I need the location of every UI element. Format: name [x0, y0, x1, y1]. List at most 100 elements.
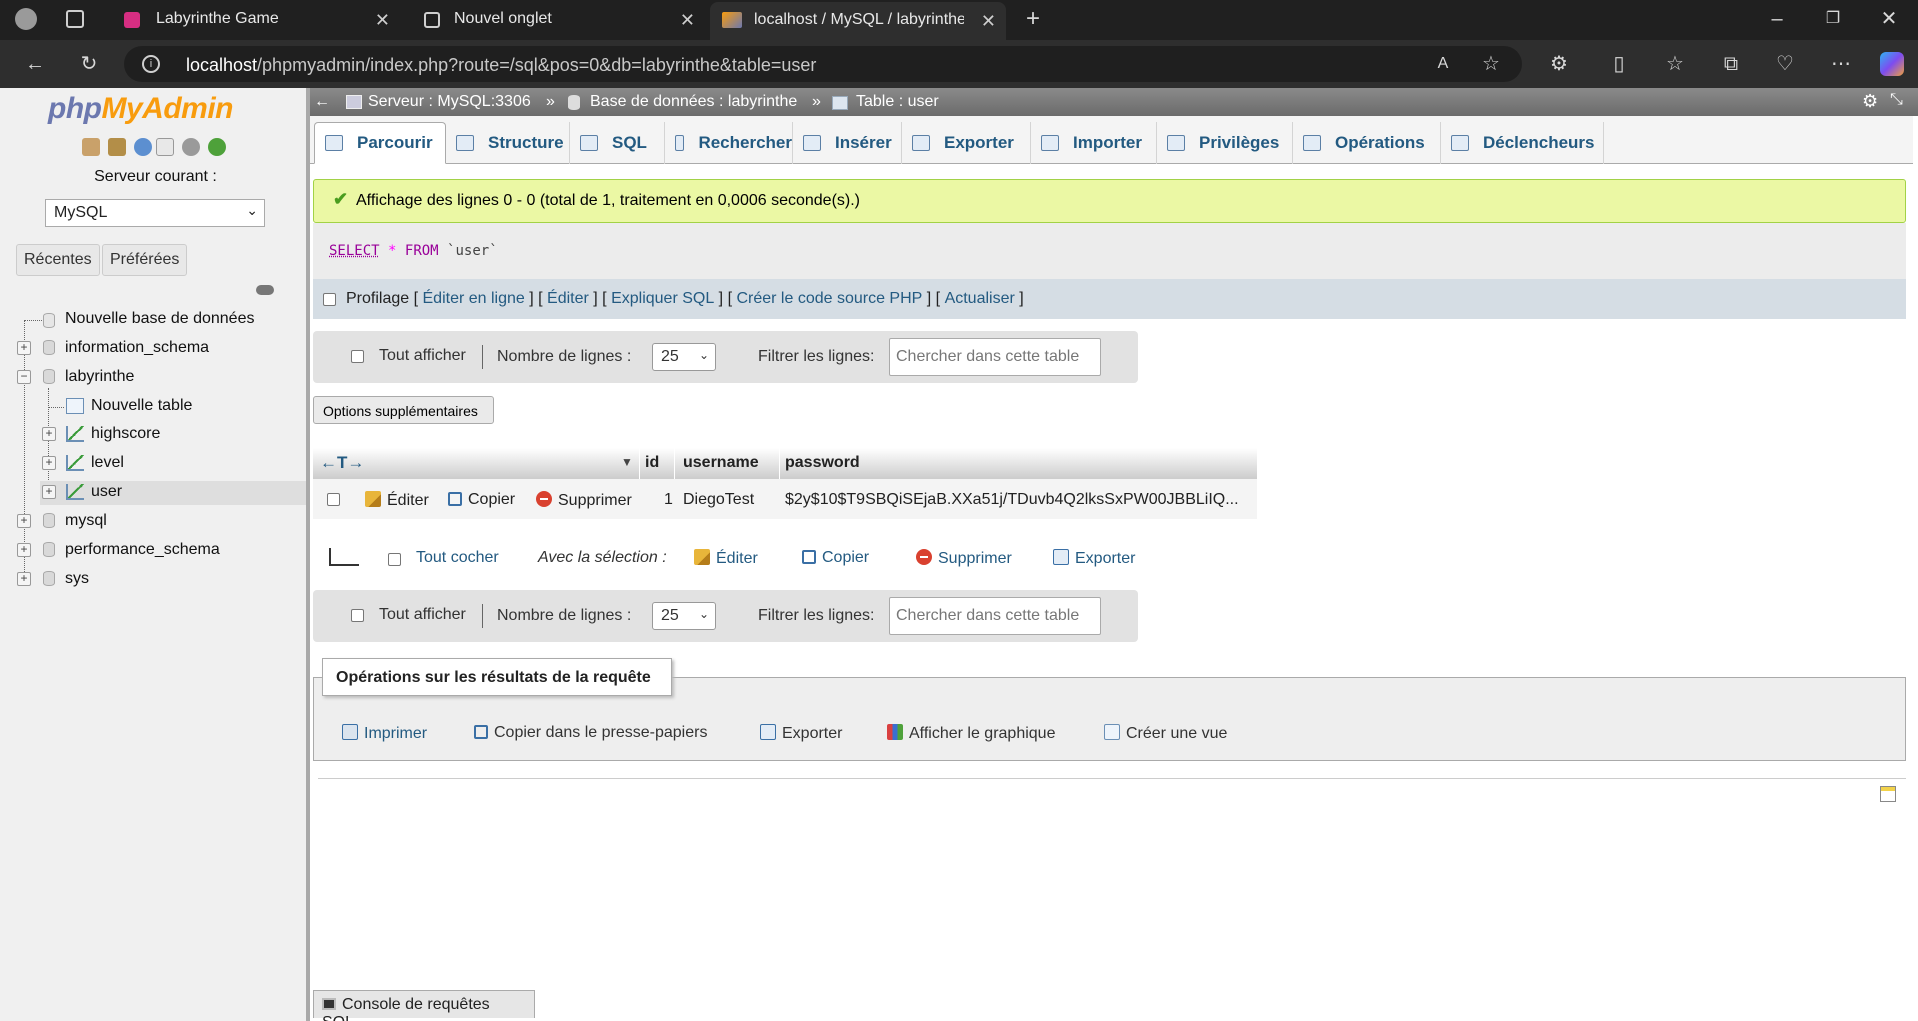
collapse-minus-icon[interactable]: − [17, 370, 31, 384]
column-header-id[interactable]: id [645, 454, 659, 472]
tree-db-sys[interactable]: sys [65, 570, 89, 588]
browser-tab-labyrinthe-game[interactable]: Labyrinthe Game ✕ [110, 4, 400, 36]
copilot-icon[interactable] [1880, 52, 1904, 76]
sql-keyword-select[interactable]: SELECT [329, 243, 380, 259]
extensions-icon[interactable]: ⚙ [1546, 52, 1572, 76]
check-all-checkbox[interactable] [388, 553, 401, 566]
edit-inline-link[interactable]: Éditer en ligne [423, 290, 525, 308]
explain-sql-link[interactable]: Expliquer SQL [611, 290, 714, 308]
selection-delete-button[interactable]: Supprimer [916, 549, 1012, 568]
sql-console-toggle[interactable]: Console de requêtes SQL [313, 990, 535, 1021]
expand-plus-icon[interactable]: + [42, 427, 56, 441]
tree-table-user[interactable]: user [91, 483, 122, 501]
reload-icon[interactable]: ↻ [76, 52, 102, 76]
show-all-checkbox[interactable] [351, 350, 364, 363]
breadcrumb-database[interactable]: Base de données : labyrinthe [590, 93, 797, 111]
tree-table-highscore[interactable]: highscore [91, 425, 160, 443]
column-header-username[interactable]: username [683, 454, 759, 472]
tab-insert[interactable]: Insérer [793, 122, 902, 164]
favorites-icon[interactable]: ☆ [1662, 52, 1688, 76]
show-all-checkbox[interactable] [351, 609, 364, 622]
expand-plus-icon[interactable]: + [42, 456, 56, 470]
expand-plus-icon[interactable]: + [17, 514, 31, 528]
server-select[interactable]: MySQL ⌄ [45, 199, 265, 227]
new-tab-icon[interactable]: + [1020, 7, 1046, 31]
tab-triggers[interactable]: Déclencheurs [1441, 122, 1604, 164]
favorite-star-icon[interactable]: ☆ [1478, 52, 1504, 76]
tab-actions-icon[interactable] [66, 10, 84, 28]
tab-export[interactable]: Exporter [902, 122, 1031, 164]
sort-triangle-icon[interactable]: ▼ [621, 455, 633, 469]
expand-plus-icon[interactable]: + [17, 572, 31, 586]
profile-avatar[interactable] [15, 8, 37, 30]
more-menu-icon[interactable]: ⋯ [1828, 52, 1854, 76]
tree-db-labyrinthe[interactable]: labyrinthe [65, 368, 134, 386]
column-resize-arrows-icon[interactable]: ←T→ [320, 453, 364, 473]
create-php-code-link[interactable]: Créer le code source PHP [736, 290, 922, 308]
home-icon[interactable] [82, 138, 100, 156]
selection-copy-button[interactable]: Copier [802, 549, 869, 567]
collapse-top-icon[interactable]: ⤡ [1890, 91, 1903, 109]
filter-rows-input[interactable]: Chercher dans cette table [889, 338, 1101, 376]
breadcrumb-server[interactable]: Serveur : MySQL:3306 [368, 93, 531, 111]
refresh-link[interactable]: Actualiser [945, 290, 1015, 308]
breadcrumb-table[interactable]: Table : user [856, 93, 939, 111]
close-tab-icon[interactable]: ✕ [375, 10, 390, 31]
settings-gear-icon[interactable]: ⚙ [1862, 91, 1878, 112]
expand-plus-icon[interactable]: + [17, 341, 31, 355]
tree-new-table[interactable]: Nouvelle table [91, 397, 192, 415]
help-icon[interactable] [134, 138, 152, 156]
tab-import[interactable]: Importer [1031, 122, 1157, 164]
tab-search[interactable]: Rechercher [665, 122, 793, 164]
expand-plus-icon[interactable]: + [17, 543, 31, 557]
check-all-link[interactable]: Tout cocher [416, 549, 499, 567]
address-bar[interactable]: i localhost/phpmyadmin/index.php?route=/… [124, 46, 1522, 82]
tab-privileges[interactable]: Privilèges [1157, 122, 1293, 164]
split-screen-icon[interactable]: ▯ [1606, 52, 1632, 76]
logout-icon[interactable] [108, 138, 126, 156]
tab-operations[interactable]: Opérations [1293, 122, 1441, 164]
edit-link[interactable]: Éditer [547, 290, 589, 308]
close-tab-icon[interactable]: ✕ [981, 11, 996, 32]
close-window-icon[interactable]: ✕ [1876, 7, 1902, 31]
row-edit-link[interactable]: Éditer [365, 491, 429, 510]
health-icon[interactable]: ♡ [1772, 52, 1798, 76]
print-link[interactable]: Imprimer [342, 724, 427, 743]
tab-structure[interactable]: Structure [446, 122, 570, 164]
profiling-checkbox[interactable] [323, 292, 336, 306]
read-aloud-icon[interactable]: A [1430, 52, 1456, 76]
rows-select[interactable]: 25 ⌄ [652, 343, 716, 371]
phpmyadmin-logo[interactable]: phpMyAdmin [48, 92, 233, 126]
recent-tables-button[interactable]: Récentes [16, 244, 100, 276]
site-info-icon[interactable]: i [142, 55, 160, 73]
selection-export-button[interactable]: Exporter [1053, 549, 1135, 568]
column-header-password[interactable]: password [785, 454, 860, 472]
selection-edit-button[interactable]: Éditer [694, 549, 758, 568]
create-view-link[interactable]: Créer une vue [1104, 724, 1227, 743]
bookmark-icon[interactable] [1880, 786, 1896, 802]
collapse-arrow-icon[interactable]: ← [314, 93, 330, 111]
docs-icon[interactable] [156, 138, 174, 156]
tree-db-mysql[interactable]: mysql [65, 512, 107, 530]
minimize-icon[interactable]: – [1764, 7, 1790, 31]
tab-browse[interactable]: Parcourir [314, 122, 446, 164]
restore-icon[interactable]: ❐ [1820, 7, 1846, 31]
row-checkbox[interactable] [327, 493, 340, 506]
settings-gear-icon[interactable] [182, 138, 200, 156]
back-icon[interactable]: ← [22, 52, 48, 76]
tree-new-database[interactable]: Nouvelle base de données [65, 310, 254, 328]
close-tab-icon[interactable]: ✕ [680, 10, 695, 31]
rows-select[interactable]: 25 ⌄ [652, 602, 716, 630]
expand-plus-icon[interactable]: + [42, 485, 56, 499]
browser-tab-new[interactable]: Nouvel onglet ✕ [410, 4, 705, 36]
row-copy-link[interactable]: Copier [448, 491, 515, 509]
tree-db-performance-schema[interactable]: performance_schema [65, 541, 220, 559]
filter-rows-input[interactable]: Chercher dans cette table [889, 597, 1101, 635]
collections-icon[interactable]: ⧉ [1718, 52, 1744, 76]
tree-db-information-schema[interactable]: information_schema [65, 339, 209, 357]
link-icon[interactable] [256, 285, 274, 295]
favorite-tables-button[interactable]: Préférées [102, 244, 188, 276]
row-delete-link[interactable]: Supprimer [536, 491, 632, 510]
display-chart-link[interactable]: Afficher le graphique [887, 724, 1055, 743]
extra-options-button[interactable]: Options supplémentaires [313, 396, 494, 424]
